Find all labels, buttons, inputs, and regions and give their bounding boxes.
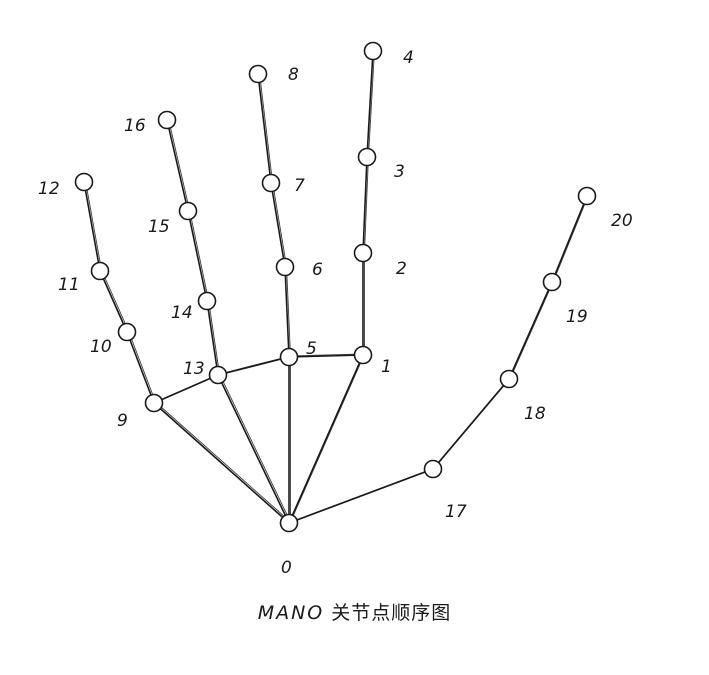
bone-sketch-0-13 bbox=[219, 373, 291, 523]
joint-label-20: 20 bbox=[611, 211, 633, 231]
joint-7 bbox=[261, 173, 281, 193]
joint-label-19: 19 bbox=[566, 307, 588, 327]
joint-13 bbox=[208, 365, 228, 385]
bone-sketch-19-20 bbox=[553, 194, 589, 282]
bone-sketch-13-5 bbox=[219, 355, 291, 375]
joint-6 bbox=[275, 257, 295, 277]
bone-11-12 bbox=[83, 181, 101, 272]
bone-sketch-10-11 bbox=[101, 269, 129, 332]
bone-sketch-7-8 bbox=[259, 72, 273, 183]
bone-sketch-17-18 bbox=[434, 377, 511, 469]
joint-label-7: 7 bbox=[294, 176, 305, 196]
joint-12 bbox=[74, 172, 94, 192]
joint-label-4: 4 bbox=[403, 48, 414, 68]
bone-6-7 bbox=[270, 182, 286, 268]
bone-13-5 bbox=[217, 356, 290, 376]
joint-2 bbox=[353, 243, 373, 263]
joint-label-8: 8 bbox=[288, 65, 299, 85]
joint-label-9: 9 bbox=[117, 411, 128, 431]
joint-20 bbox=[577, 186, 597, 206]
bone-3-4 bbox=[366, 50, 374, 158]
bone-sketch-11-12 bbox=[85, 180, 102, 271]
bone-14-15 bbox=[187, 210, 208, 302]
joint-label-2: 2 bbox=[396, 259, 407, 279]
labels-layer: 01234567891011121314151617181920 bbox=[38, 48, 633, 578]
bone-0-1 bbox=[288, 354, 364, 524]
bone-7-8 bbox=[257, 73, 272, 184]
joint-5 bbox=[279, 347, 299, 367]
joint-label-10: 10 bbox=[90, 337, 112, 357]
bone-0-9 bbox=[153, 402, 290, 524]
joint-4 bbox=[363, 41, 383, 61]
joint-label-17: 17 bbox=[445, 502, 467, 522]
joint-9 bbox=[144, 393, 164, 413]
bone-10-11 bbox=[99, 270, 128, 333]
bone-sketch-9-10 bbox=[128, 330, 156, 403]
joint-label-11: 11 bbox=[58, 275, 80, 295]
bone-sketch-18-19 bbox=[510, 280, 554, 379]
joints-layer bbox=[74, 41, 597, 533]
bone-18-19 bbox=[508, 281, 553, 380]
joint-label-12: 12 bbox=[38, 179, 60, 199]
caption-title: 关节点顺序图 bbox=[331, 602, 452, 624]
bone-9-10 bbox=[126, 331, 155, 404]
bone-sketch-13-14 bbox=[208, 299, 220, 375]
joint-10 bbox=[117, 322, 137, 342]
joint-label-13: 13 bbox=[183, 359, 205, 379]
joint-label-6: 6 bbox=[312, 260, 323, 280]
joint-label-3: 3 bbox=[394, 162, 405, 182]
bone-0-13 bbox=[217, 374, 290, 524]
joint-label-16: 16 bbox=[124, 116, 146, 136]
joint-16 bbox=[157, 110, 177, 130]
joint-19 bbox=[542, 272, 562, 292]
caption-model-name: MANO bbox=[257, 602, 325, 624]
joint-label-18: 18 bbox=[524, 404, 546, 424]
diagram-caption: MANO 关节点顺序图 bbox=[0, 598, 709, 625]
joint-8 bbox=[248, 64, 268, 84]
joint-14 bbox=[197, 291, 217, 311]
joint-15 bbox=[178, 201, 198, 221]
joint-label-15: 15 bbox=[148, 217, 170, 237]
joint-0 bbox=[279, 513, 299, 533]
joint-11 bbox=[90, 261, 110, 281]
joint-label-5: 5 bbox=[306, 339, 317, 359]
bone-15-16 bbox=[166, 119, 189, 212]
bone-sketch-6-7 bbox=[272, 181, 287, 267]
bone-sketch-0-17 bbox=[290, 467, 435, 523]
hand-joint-diagram: 01234567891011121314151617181920 bbox=[38, 41, 633, 578]
bone-17-18 bbox=[432, 378, 510, 470]
joint-1 bbox=[353, 345, 373, 365]
bone-sketch-0-9 bbox=[155, 401, 291, 523]
bone-sketch-14-15 bbox=[189, 209, 209, 301]
bone-sketch-15-16 bbox=[168, 118, 190, 211]
joint-17 bbox=[423, 459, 443, 479]
joint-label-0: 0 bbox=[281, 558, 292, 578]
bone-19-20 bbox=[551, 195, 588, 283]
bone-13-14 bbox=[206, 300, 219, 376]
joint-3 bbox=[357, 147, 377, 167]
joint-18 bbox=[499, 369, 519, 389]
joint-label-1: 1 bbox=[381, 357, 392, 377]
joint-label-14: 14 bbox=[171, 303, 193, 323]
bone-sketch-0-1 bbox=[290, 353, 365, 523]
